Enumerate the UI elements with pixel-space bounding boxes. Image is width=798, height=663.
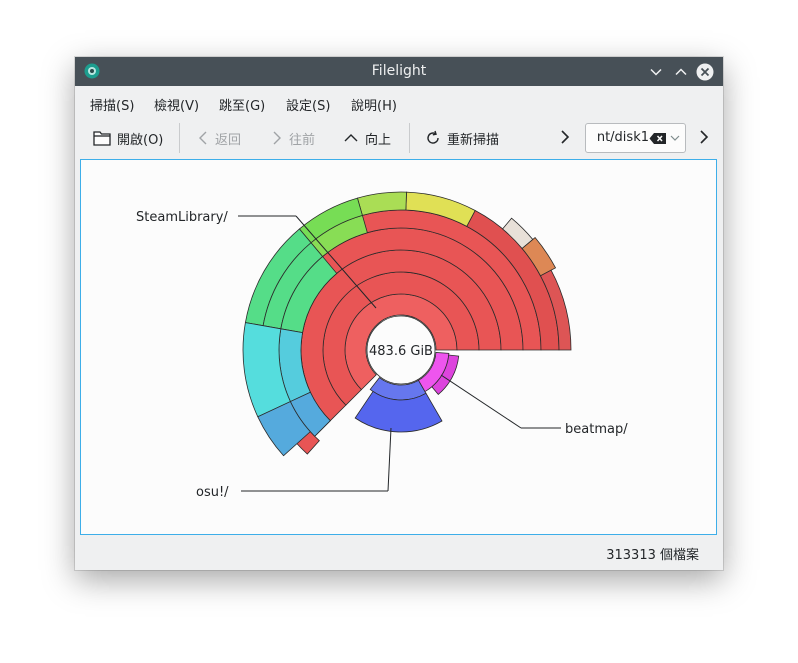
chevron-up-icon [675,68,687,76]
chevron-right-icon[interactable] [559,128,571,146]
menu-help[interactable]: 說明(H) [351,95,397,114]
folder-icon [93,131,111,146]
forward-button[interactable]: 往前 [271,118,315,158]
title-bar[interactable]: Filelight [75,57,723,86]
chevron-right-icon[interactable] [698,128,710,146]
refresh-icon [427,130,439,144]
minimize-button[interactable] [646,62,666,82]
callout-steamlibrary: SteamLibrary/ [136,210,228,225]
open-button[interactable]: 開啟(O) [93,118,163,158]
open-label: 開啟(O) [117,132,164,148]
close-icon [696,63,714,81]
maximize-button[interactable] [671,62,691,82]
menu-scan[interactable]: 掃描(S) [90,95,134,114]
chevron-up-icon [344,134,358,142]
callout-line [440,374,522,429]
window-title: Filelight [371,63,427,79]
toolbar-separator [409,123,410,153]
menu-go[interactable]: 跳至(G) [219,95,265,114]
toolbar-separator [179,123,180,153]
rescan-button[interactable]: 重新掃描 [425,118,499,158]
segments-layer[interactable] [242,191,572,457]
radial-map-view[interactable]: SteamLibrary/ beatmap/ osu!/ 483.6 GiB [80,159,717,535]
menu-bar: 掃描(S) 檢視(V) 跳至(G) 設定(S) 說明(H) [75,86,723,118]
up-button[interactable]: 向上 [343,118,391,158]
chevron-down-icon [650,68,662,76]
forward-label: 往前 [289,132,316,148]
back-button[interactable]: 返回 [197,118,241,158]
clear-text-icon[interactable] [649,132,667,145]
radial-map[interactable]: SteamLibrary/ beatmap/ osu!/ 483.6 GiB [81,160,716,534]
back-label: 返回 [215,132,242,148]
menu-view[interactable]: 檢視(V) [154,95,199,114]
rescan-label: 重新掃描 [447,132,500,148]
chevron-left-icon [199,131,207,145]
callout-line [387,427,392,492]
up-label: 向上 [365,132,392,148]
location-combobox[interactable]: nt/disk1 [585,123,686,153]
callout-osu: osu!/ [196,485,229,500]
total-size-label: 483.6 GiB [369,344,433,359]
location-field[interactable]: nt/disk1 [597,130,649,145]
chevron-down-icon[interactable] [669,132,681,144]
callout-beatmap: beatmap/ [565,422,628,437]
chevron-right-icon [273,131,281,145]
filelight-window: Filelight 掃描(S) 檢視(V) 跳至(G) 設定(S) 說明(H) … [75,57,723,570]
menu-settings[interactable]: 設定(S) [286,95,330,114]
close-button[interactable] [695,62,715,82]
file-count-status: 313313 個檔案 [606,548,699,563]
